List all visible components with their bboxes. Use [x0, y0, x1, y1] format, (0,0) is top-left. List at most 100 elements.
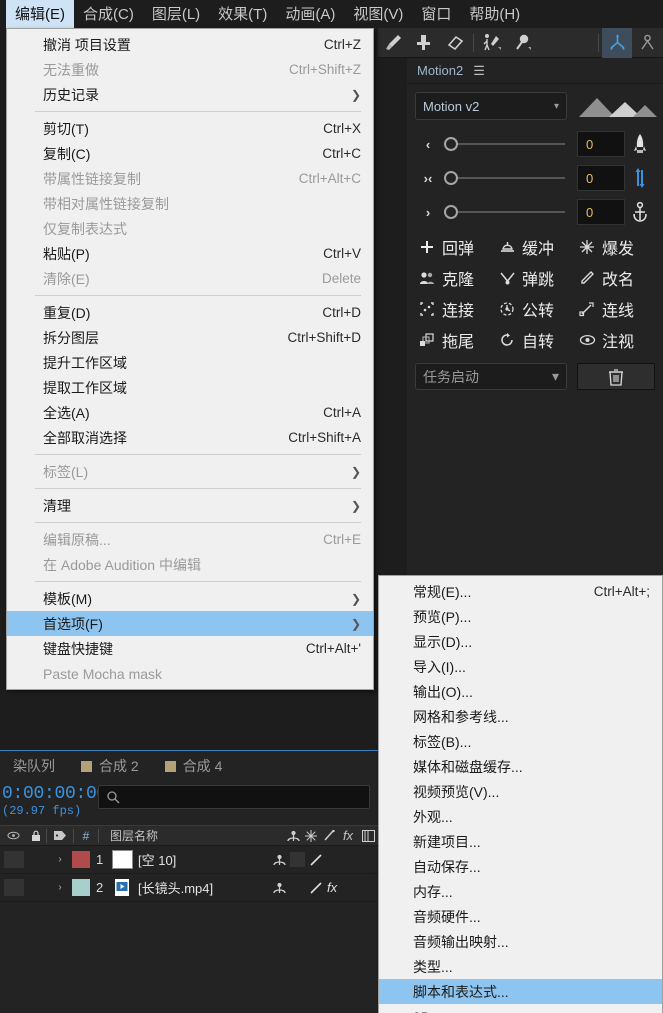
- edit-menu-item[interactable]: 剪切(T) Ctrl+X: [7, 116, 373, 141]
- preferences-menu-item[interactable]: 类型...: [379, 954, 662, 979]
- menubar-item-help[interactable]: 帮助(H): [460, 0, 529, 28]
- row-layer-name[interactable]: [空 10]: [138, 850, 273, 869]
- slider-both-value[interactable]: 0: [577, 165, 625, 191]
- preferences-menu-item[interactable]: 自动保存...: [379, 854, 662, 879]
- edit-menu-item[interactable]: 粘贴(P) Ctrl+V: [7, 241, 373, 266]
- preferences-menu-item[interactable]: 视频预览(V)...: [379, 779, 662, 804]
- puppet-pin-tool-icon[interactable]: [507, 28, 538, 58]
- fx-icon[interactable]: fx: [327, 880, 337, 895]
- anchor-icon[interactable]: [625, 201, 655, 223]
- clone-stamp-tool-icon[interactable]: [409, 28, 440, 58]
- preferences-menu-item[interactable]: 常规(E)... Ctrl+Alt+;: [379, 579, 662, 604]
- preferences-menu-item[interactable]: 内存...: [379, 879, 662, 904]
- eraser-tool-icon[interactable]: [439, 28, 470, 58]
- edit-menu-item[interactable]: 历史记录 ❯: [7, 82, 373, 107]
- menubar-item-window[interactable]: 窗口: [412, 0, 460, 28]
- search-input[interactable]: [98, 785, 370, 809]
- preferences-menu-item[interactable]: 脚本和表达式...: [379, 979, 662, 1004]
- menubar-item-composition[interactable]: 合成(C): [74, 0, 143, 28]
- row-layer-name[interactable]: [长镜头.mp4]: [138, 878, 273, 897]
- button-lianxian[interactable]: 连线: [575, 294, 655, 323]
- preset-select[interactable]: Motion v2 ▾: [415, 92, 567, 120]
- button-kelong[interactable]: 克隆: [415, 263, 495, 292]
- edit-menu-item[interactable]: 首选项(F) ❯: [7, 611, 373, 636]
- ease-both-icon[interactable]: ›‹: [415, 171, 441, 186]
- row-switch-blank[interactable]: [290, 852, 305, 867]
- tab-motion2[interactable]: Motion2: [417, 63, 463, 78]
- ease-out-icon[interactable]: ›: [415, 205, 441, 220]
- preferences-menu-item[interactable]: 网格和参考线...: [379, 704, 662, 729]
- rocket-icon[interactable]: [625, 133, 655, 155]
- edit-menu-item[interactable]: 模板(M) ❯: [7, 586, 373, 611]
- row-visibility-toggle[interactable]: [4, 851, 24, 868]
- expand-arrow-icon[interactable]: ›: [48, 882, 72, 893]
- button-dantiao[interactable]: 弹跳: [495, 263, 575, 292]
- unified-camera-tool-icon[interactable]: [601, 27, 633, 58]
- menubar-item-effect[interactable]: 效果(T): [209, 0, 276, 28]
- brush-tool-icon[interactable]: [378, 28, 409, 58]
- slider-in-track[interactable]: [441, 137, 569, 151]
- table-row[interactable]: › 1 [空 10]: [0, 846, 378, 874]
- row-switches[interactable]: fx: [273, 880, 378, 895]
- preferences-menu-item[interactable]: 预览(P)...: [379, 604, 662, 629]
- tab-render-queue[interactable]: 染队列: [0, 756, 68, 776]
- menubar-item-layer[interactable]: 图层(L): [143, 0, 209, 28]
- task-select[interactable]: 任务启动 ▾: [415, 363, 567, 390]
- button-baofa[interactable]: 爆发: [575, 232, 655, 261]
- preferences-menu-item[interactable]: 音频输出映射...: [379, 929, 662, 954]
- edit-menu-item[interactable]: 清理 ❯: [7, 493, 373, 518]
- button-huitan[interactable]: 回弹: [415, 232, 495, 261]
- row-label-color[interactable]: [72, 879, 90, 896]
- button-tuowei[interactable]: 拖尾: [415, 325, 495, 354]
- edit-menu-item[interactable]: 复制(C) Ctrl+C: [7, 141, 373, 166]
- preferences-menu-item[interactable]: 显示(D)...: [379, 629, 662, 654]
- edit-menu-item[interactable]: 提取工作区域: [7, 375, 373, 400]
- preferences-menu-item[interactable]: 标签(B)...: [379, 729, 662, 754]
- preferences-menu-item[interactable]: 新建项目...: [379, 829, 662, 854]
- expand-arrow-icon[interactable]: ›: [48, 854, 72, 865]
- edit-menu-item[interactable]: 拆分图层 Ctrl+Shift+D: [7, 325, 373, 350]
- mountains-icon[interactable]: [575, 93, 659, 119]
- edit-menu-item[interactable]: 键盘快捷键 Ctrl+Alt+': [7, 636, 373, 661]
- current-timecode[interactable]: 0:00:00:00: [2, 784, 107, 804]
- edit-menu-item[interactable]: 撤消 项目设置 Ctrl+Z: [7, 32, 373, 57]
- preferences-menu-item[interactable]: 音频硬件...: [379, 904, 662, 929]
- edit-menu-item[interactable]: 全选(A) Ctrl+A: [7, 400, 373, 425]
- preferences-menu-item[interactable]: 外观...: [379, 804, 662, 829]
- table-row[interactable]: › 2 [长镜头.mp4] fx: [0, 874, 378, 902]
- button-lianjie[interactable]: 连接: [415, 294, 495, 323]
- slider-out-track[interactable]: [441, 205, 569, 219]
- edit-menu-item[interactable]: 提升工作区域: [7, 350, 373, 375]
- menubar-item-view[interactable]: 视图(V): [344, 0, 412, 28]
- edit-menu-item[interactable]: 重复(D) Ctrl+D: [7, 300, 373, 325]
- tab-comp-2[interactable]: 合成 2: [68, 756, 152, 776]
- vertical-arrows-icon[interactable]: [625, 167, 655, 189]
- button-zizhuan[interactable]: 自转: [495, 325, 575, 354]
- menubar-item-edit[interactable]: 编辑(E): [6, 0, 74, 28]
- timecode-block[interactable]: 0:00:00:00 (29.97 fps): [0, 784, 107, 818]
- button-huanchong[interactable]: 缓冲: [495, 232, 575, 261]
- edit-menu-item[interactable]: 全部取消选择 Ctrl+Shift+A: [7, 425, 373, 450]
- roto-brush-tool-icon[interactable]: [477, 28, 508, 58]
- button-gaiming[interactable]: 改名: [575, 263, 655, 292]
- row-visibility-toggle[interactable]: [4, 879, 24, 896]
- tab-comp-4[interactable]: 合成 4: [152, 756, 236, 776]
- delete-button[interactable]: [577, 363, 655, 390]
- menubar-item-animation[interactable]: 动画(A): [276, 0, 344, 28]
- button-zhushi[interactable]: 注视: [575, 325, 655, 354]
- preferences-menu-item[interactable]: 导入(I)...: [379, 654, 662, 679]
- orbit-camera-tool-icon[interactable]: [632, 28, 663, 58]
- preferences-menu-item[interactable]: 3D...: [379, 1004, 662, 1013]
- slider-in-value[interactable]: 0: [577, 131, 625, 157]
- slider-knob[interactable]: [444, 205, 458, 219]
- ease-in-icon[interactable]: ‹: [415, 137, 441, 152]
- slider-out-value[interactable]: 0: [577, 199, 625, 225]
- preferences-menu-item[interactable]: 媒体和磁盘缓存...: [379, 754, 662, 779]
- slider-knob[interactable]: [444, 171, 458, 185]
- slider-knob[interactable]: [444, 137, 458, 151]
- row-label-color[interactable]: [72, 851, 90, 868]
- slider-both-track[interactable]: [441, 171, 569, 185]
- hamburger-icon[interactable]: ☰: [473, 64, 485, 77]
- row-switches[interactable]: [273, 852, 378, 867]
- preferences-menu-item[interactable]: 输出(O)...: [379, 679, 662, 704]
